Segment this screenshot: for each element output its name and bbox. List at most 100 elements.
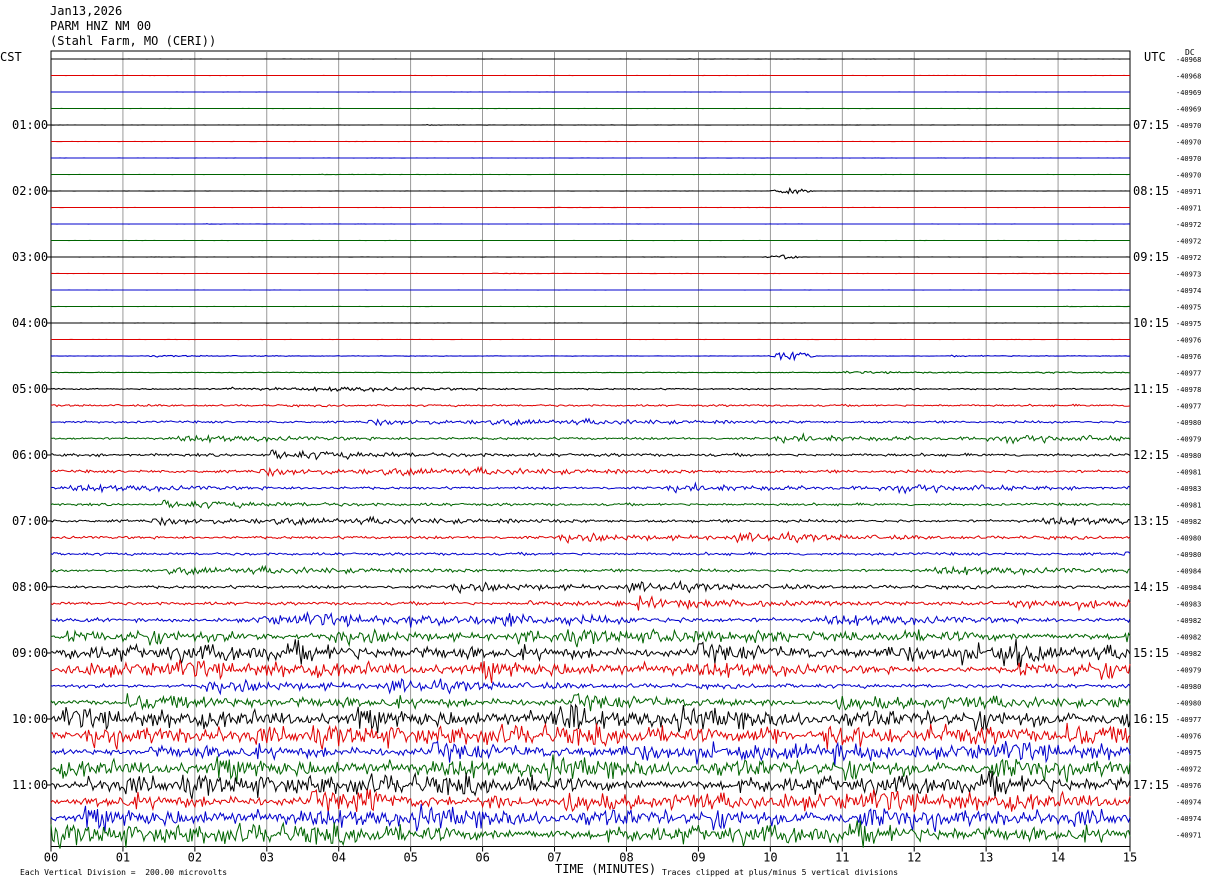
trace-group <box>50 58 1131 849</box>
dc-offset-label: -40982 <box>1176 650 1201 658</box>
seismic-trace <box>50 351 1131 362</box>
dc-offset-label: -40982 <box>1176 634 1201 642</box>
seismic-trace <box>50 465 1131 478</box>
seismic-trace <box>50 530 1131 545</box>
seismic-trace <box>51 305 1130 308</box>
right-hour-label: 14:15 <box>1133 580 1169 594</box>
seismic-trace <box>51 186 1130 195</box>
dc-offset-label: -40972 <box>1176 238 1201 246</box>
dc-offset-label: -40970 <box>1176 172 1201 180</box>
dc-offset-label: -40984 <box>1176 568 1201 576</box>
axis-labels: 00 01 02 03 04 05 06 07 08 09 10 11 12 13 14 15-40968-4… <box>12 56 1201 865</box>
x-tick-label: 10 <box>763 851 777 865</box>
seismic-trace <box>50 403 1131 408</box>
x-tick-label: 06 <box>475 851 489 865</box>
dc-offset-label: -40975 <box>1176 320 1201 328</box>
seismic-trace <box>50 386 1131 393</box>
x-tick-label: 05 <box>403 851 417 865</box>
footer-clip-note: Traces clipped at plus/minus 5 vertical … <box>662 868 899 877</box>
seismic-trace <box>50 803 1131 833</box>
seismic-trace <box>50 770 1131 800</box>
seismic-trace <box>50 692 1131 712</box>
x-tick-label: 09 <box>691 851 705 865</box>
seismic-trace <box>51 223 1131 225</box>
left-hour-label: 03:00 <box>12 250 48 264</box>
right-timezone-label: UTC <box>1144 50 1166 64</box>
x-tick-label: 04 <box>332 851 346 865</box>
seismic-trace <box>50 432 1131 445</box>
seismic-trace <box>50 788 1131 814</box>
left-hour-label: 05:00 <box>12 382 48 396</box>
dc-offset-label: -40970 <box>1176 155 1201 163</box>
dc-offset-label: -40976 <box>1176 733 1201 741</box>
right-hour-label: 15:15 <box>1133 646 1169 660</box>
dc-offset-label: -40974 <box>1176 815 1201 823</box>
dc-offset-label: -40981 <box>1176 469 1201 477</box>
seismic-trace <box>50 515 1131 527</box>
dc-offset-label: -40971 <box>1176 205 1201 213</box>
seismic-trace <box>50 579 1131 595</box>
left-hour-label: 11:00 <box>12 778 48 792</box>
dc-offset-label: -40976 <box>1176 782 1201 790</box>
dc-offset-label: -40971 <box>1176 832 1201 840</box>
dc-offset-label: -40969 <box>1176 106 1201 114</box>
seismic-trace <box>50 754 1131 783</box>
dc-offset-label: -40970 <box>1176 139 1201 147</box>
dc-offset-label: -40980 <box>1176 535 1201 543</box>
right-hour-label: 09:15 <box>1133 250 1169 264</box>
dc-offset-label: -40968 <box>1176 56 1201 64</box>
dc-offset-label: -40971 <box>1176 188 1201 196</box>
x-axis-title: TIME (MINUTES) <box>555 862 657 876</box>
right-hour-label: 07:15 <box>1133 118 1169 132</box>
dc-offset-label: -40980 <box>1176 452 1201 460</box>
seismic-trace <box>50 499 1131 510</box>
dc-offset-label: -40973 <box>1176 271 1201 279</box>
dc-offset-label: -40974 <box>1176 287 1201 295</box>
dc-offset-label: -40979 <box>1176 667 1201 675</box>
seismic-trace <box>50 481 1131 495</box>
dc-offset-label: -40980 <box>1176 551 1201 559</box>
seismic-trace <box>51 254 1131 260</box>
dc-offset-label: -40980 <box>1176 419 1201 427</box>
left-hour-label: 07:00 <box>12 514 48 528</box>
seismic-trace <box>50 638 1131 668</box>
right-hour-label: 08:15 <box>1133 184 1169 198</box>
dc-offset-label: -40979 <box>1176 436 1201 444</box>
dc-offset-label: -40977 <box>1176 370 1201 378</box>
right-hour-label: 16:15 <box>1133 712 1169 726</box>
left-hour-label: 04:00 <box>12 316 48 330</box>
left-hour-label: 08:00 <box>12 580 48 594</box>
x-tick-label: 00 <box>44 851 58 865</box>
seismic-trace <box>50 678 1131 696</box>
seismic-trace <box>50 124 1131 126</box>
dc-offset-label: -40983 <box>1176 485 1201 493</box>
x-tick-label: 12 <box>907 851 921 865</box>
left-hour-label: 09:00 <box>12 646 48 660</box>
dc-offset-label: -40978 <box>1176 386 1201 394</box>
dc-offset-label: -40975 <box>1176 304 1201 312</box>
dc-offset-label: -40976 <box>1176 353 1201 361</box>
seismic-trace <box>50 722 1131 750</box>
seismic-trace <box>50 173 1131 176</box>
dc-offset-label: -40970 <box>1176 122 1201 130</box>
x-tick-label: 14 <box>1051 851 1065 865</box>
dc-offset-label: -40977 <box>1176 403 1201 411</box>
seismic-trace <box>50 740 1131 767</box>
dc-offset-label: -40969 <box>1176 89 1201 97</box>
x-tick-label: 02 <box>188 851 202 865</box>
left-hour-label: 01:00 <box>12 118 48 132</box>
left-hour-label: 02:00 <box>12 184 48 198</box>
dc-offset-label: -40984 <box>1176 584 1201 592</box>
right-hour-label: 11:15 <box>1133 382 1169 396</box>
seismic-trace <box>50 610 1131 628</box>
dc-offset-label: -40975 <box>1176 749 1201 757</box>
seismogram-plot: 00 01 02 03 04 05 06 07 08 09 10 11 12 13 14 15-40968-4… <box>12 50 1201 865</box>
seismic-trace <box>50 551 1131 557</box>
dc-offset-label: -40972 <box>1176 254 1201 262</box>
left-hour-label: 10:00 <box>12 712 48 726</box>
footer-scale-note: Each Vertical Division = 200.00 microvol… <box>20 868 228 877</box>
dc-offset-label: -40982 <box>1176 518 1201 526</box>
dc-offset-label: -40976 <box>1176 337 1201 345</box>
x-tick-label: 01 <box>116 851 130 865</box>
seismic-trace <box>50 564 1131 576</box>
